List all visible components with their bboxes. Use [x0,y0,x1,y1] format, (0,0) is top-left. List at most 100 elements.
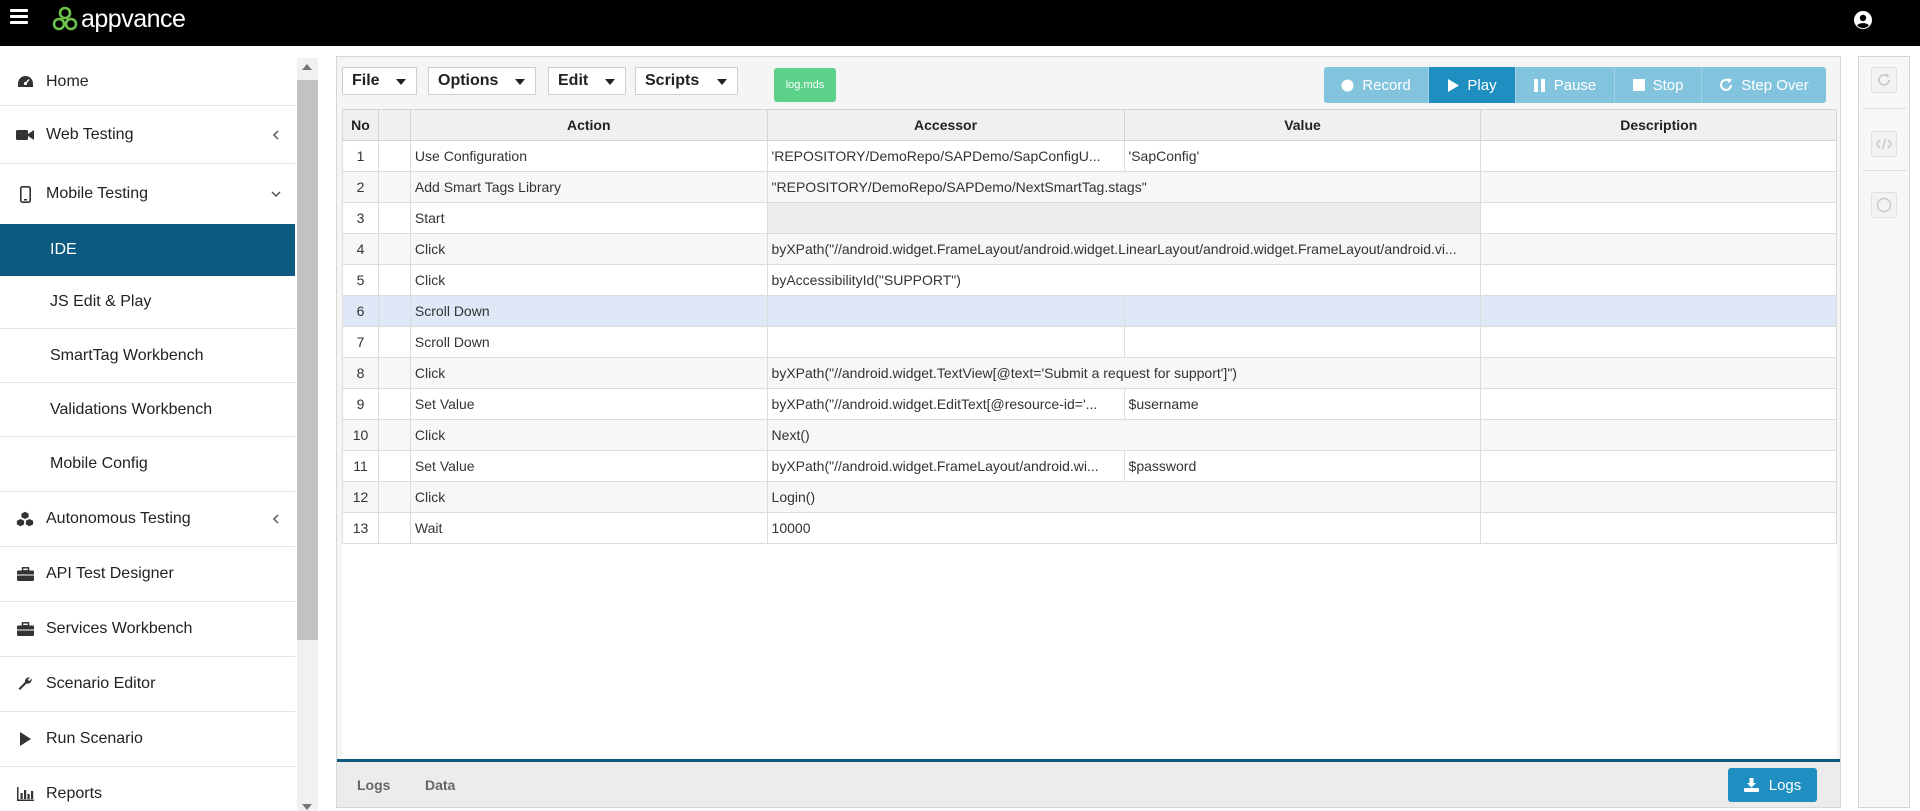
sidebar-item-mobile-testing[interactable]: Mobile Testing [0,164,295,224]
action-cell[interactable]: Start [409,202,768,234]
accessor-cell[interactable]: byXPath("//android.widget.EditText[@reso… [766,388,1125,420]
table-row[interactable]: 8 Click byXPath("//android.widget.TextView… [342,357,1837,389]
edit-menu-button[interactable]: Edit [548,67,626,95]
step-number-cell[interactable]: 7 [342,326,379,358]
step-flag-cell[interactable] [377,295,411,327]
action-cell[interactable]: Click [409,419,768,451]
action-cell[interactable]: Scroll Down [409,295,768,327]
step-flag-cell[interactable] [377,140,411,172]
action-cell[interactable]: Set Value [409,388,768,420]
table-row[interactable]: 7 Scroll Down [342,326,1837,358]
step-number-cell[interactable]: 2 [342,171,379,203]
tab-data[interactable]: Data [425,777,455,793]
table-row[interactable]: 6 Scroll Down [342,295,1837,327]
value-cell[interactable]: 'SapConfig' [1123,140,1482,172]
action-cell[interactable]: Use Configuration [409,140,768,172]
accessor-cell[interactable]: byXPath("//android.widget.TextView[@text… [766,357,1482,389]
sidebar-item-scenario-editor[interactable]: Scenario Editor [0,657,295,712]
accessor-cell[interactable]: byXPath("//android.widget.FrameLayout/an… [766,450,1125,482]
action-cell[interactable]: Set Value [409,450,768,482]
action-cell[interactable]: Scroll Down [409,326,768,358]
description-cell[interactable] [1480,171,1837,203]
step-number-cell[interactable]: 11 [342,450,379,482]
log-mds-button[interactable]: log.mds [774,68,836,102]
description-cell[interactable] [1480,512,1837,544]
sidebar-subitem-mobile-config[interactable]: Mobile Config [0,437,295,492]
description-cell[interactable] [1480,388,1837,420]
accessor-cell[interactable] [766,295,1125,327]
description-cell[interactable] [1480,202,1837,234]
step-flag-cell[interactable] [377,326,411,358]
step-number-cell[interactable]: 13 [342,512,379,544]
tab-logs[interactable]: Logs [357,777,390,793]
value-cell[interactable] [1123,295,1482,327]
table-row[interactable]: 2 Add Smart Tags Library "REPOSITORY/DemoR… [342,171,1837,203]
sidebar-subitem-smarttag-workbench[interactable]: SmartTag Workbench [0,329,295,383]
accessor-cell[interactable] [766,202,1482,234]
sidebar-item-api-test-designer[interactable]: API Test Designer [0,547,295,602]
sidebar-item-run-scenario[interactable]: Run Scenario [0,712,295,767]
record-button[interactable]: Record [1324,67,1429,103]
description-cell[interactable] [1480,233,1837,265]
description-cell[interactable] [1480,481,1837,513]
description-cell[interactable] [1480,295,1837,327]
description-cell[interactable] [1480,450,1837,482]
step-number-cell[interactable]: 8 [342,357,379,389]
step-flag-cell[interactable] [377,419,411,451]
step-number-cell[interactable]: 10 [342,419,379,451]
step-number-cell[interactable]: 5 [342,264,379,296]
step-number-cell[interactable]: 1 [342,140,379,172]
action-cell[interactable]: Click [409,481,768,513]
accessor-cell[interactable]: "REPOSITORY/DemoRepo/SAPDemo/NextSmartTa… [766,171,1482,203]
sidebar-scrollbar[interactable] [297,58,318,811]
sidebar-subitem-js-edit-play[interactable]: JS Edit & Play [0,276,295,329]
table-row[interactable]: 13 Wait 10000 [342,512,1837,544]
column-header-accessor[interactable]: Accessor [766,109,1125,141]
table-row[interactable]: 11 Set Value byXPath("//android.widget.Fra… [342,450,1837,482]
step-flag-cell[interactable] [377,357,411,389]
accessor-cell[interactable]: byXPath("//android.widget.FrameLayout/an… [766,233,1482,265]
options-menu-button[interactable]: Options [428,67,536,95]
column-header-description[interactable]: Description [1480,109,1837,141]
description-cell[interactable] [1480,326,1837,358]
pause-button[interactable]: Pause [1516,67,1615,103]
scroll-up-arrow-icon[interactable] [302,64,312,70]
step-over-button[interactable]: Step Over [1702,67,1826,103]
scrollbar-thumb[interactable] [297,80,318,640]
step-flag-cell[interactable] [377,388,411,420]
table-row[interactable]: 1 Use Configuration 'REPOSITORY/DemoRepo/S… [342,140,1837,172]
action-cell[interactable]: Add Smart Tags Library [409,171,768,203]
table-row[interactable]: 4 Click byXPath("//android.widget.FrameLay… [342,233,1837,265]
code-icon[interactable] [1871,131,1897,157]
table-row[interactable]: 9 Set Value byXPath("//android.widget.Edit… [342,388,1837,420]
sidebar-subitem-ide[interactable]: IDE [0,224,295,276]
value-cell[interactable]: $password [1123,450,1482,482]
step-flag-cell[interactable] [377,264,411,296]
step-flag-cell[interactable] [377,481,411,513]
action-cell[interactable]: Click [409,233,768,265]
step-flag-cell[interactable] [377,512,411,544]
sidebar-item-autonomous-testing[interactable]: Autonomous Testing [0,492,295,547]
logs-download-button[interactable]: Logs [1728,768,1817,802]
stop-button[interactable]: Stop [1615,67,1702,103]
sidebar-item-home[interactable]: Home [0,58,295,106]
table-row[interactable]: 3 Start [342,202,1837,234]
action-cell[interactable]: Click [409,357,768,389]
description-cell[interactable] [1480,264,1837,296]
table-row[interactable]: 12 Click Login() [342,481,1837,513]
step-number-cell[interactable]: 3 [342,202,379,234]
value-cell[interactable] [1123,326,1482,358]
step-flag-cell[interactable] [377,171,411,203]
step-number-cell[interactable]: 6 [342,295,379,327]
step-flag-cell[interactable] [377,202,411,234]
scroll-down-arrow-icon[interactable] [302,804,312,810]
step-number-cell[interactable]: 4 [342,233,379,265]
file-menu-button[interactable]: File [342,67,417,95]
description-cell[interactable] [1480,419,1837,451]
step-number-cell[interactable]: 12 [342,481,379,513]
step-number-cell[interactable]: 9 [342,388,379,420]
table-row[interactable]: 10 Click Next() [342,419,1837,451]
step-flag-cell[interactable] [377,450,411,482]
accessor-cell[interactable]: Login() [766,481,1482,513]
scripts-menu-button[interactable]: Scripts [635,67,738,95]
